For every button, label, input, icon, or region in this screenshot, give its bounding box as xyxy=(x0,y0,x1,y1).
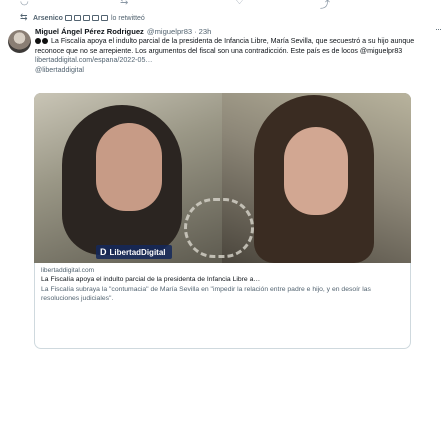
emoji-icon xyxy=(35,38,41,44)
chains-graphic xyxy=(184,198,254,258)
separator: · xyxy=(194,27,197,36)
author-handle[interactable]: @miguelpr83 xyxy=(147,27,192,36)
card-title: La Fiscalía apoya el indulto parcial de … xyxy=(41,276,261,283)
emoji-icon xyxy=(82,15,90,21)
avatar[interactable] xyxy=(8,30,31,53)
card-image[interactable]: D LibertadDigital xyxy=(34,93,411,263)
emoji-icon xyxy=(73,15,81,21)
card-domain: libertaddigital.com xyxy=(41,267,95,274)
tweet-text-main: La Fiscalía apoya el indulto parcial de … xyxy=(35,37,415,55)
emoji-icon xyxy=(100,15,108,21)
tweet[interactable]: Miguel Ángel Pérez Rodriguez @miguelpr83… xyxy=(35,24,445,75)
tweet-header: Miguel Ángel Pérez Rodriguez @miguelpr83… xyxy=(35,26,445,37)
retweet-indicator: ⇆ Arsenico lo retwitteó xyxy=(20,12,145,24)
retweet-icon: ⇆ xyxy=(20,12,28,22)
emoji-icon xyxy=(91,15,99,21)
reply-icon[interactable]: ◡ xyxy=(20,0,29,7)
emoji-icon xyxy=(42,38,48,44)
link-card[interactable]: D LibertadDigital libertaddigital.com La… xyxy=(34,93,411,349)
tweet-time[interactable]: 23h xyxy=(199,27,212,36)
tweet-link[interactable]: libertaddigital.com/espana/2022-05… xyxy=(35,56,153,64)
tweet-text: La Fiscalía apoya el indulto parcial de … xyxy=(35,37,419,75)
logo-text: LibertadDigital xyxy=(109,247,166,257)
person-right-face xyxy=(284,127,348,215)
like-icon[interactable]: ♡ xyxy=(235,0,244,7)
card-description: La Fiscalía subraya la "contumacia" de M… xyxy=(41,285,371,303)
retweet-label: lo retwitteó xyxy=(110,14,145,22)
logo-mark-icon: D xyxy=(100,247,107,257)
libertad-digital-logo: D LibertadDigital xyxy=(96,245,172,259)
tweet-mention[interactable]: @libertaddigital xyxy=(35,66,84,74)
more-icon[interactable]: ··· xyxy=(435,24,442,34)
previous-tweet-actions: ◡ ⇆ ♡ ⤴ xyxy=(0,0,448,11)
retweet-icon[interactable]: ⇆ xyxy=(120,0,128,7)
card-meta[interactable]: libertaddigital.com La Fiscalía apoya el… xyxy=(34,263,411,349)
flag-emoji-icon xyxy=(64,15,72,21)
author-name[interactable]: Miguel Ángel Pérez Rodriguez xyxy=(35,27,144,36)
share-icon[interactable]: ⤴ xyxy=(320,0,330,11)
retweeter-name[interactable]: Arsenico xyxy=(33,15,63,22)
person-left-face xyxy=(96,123,162,211)
